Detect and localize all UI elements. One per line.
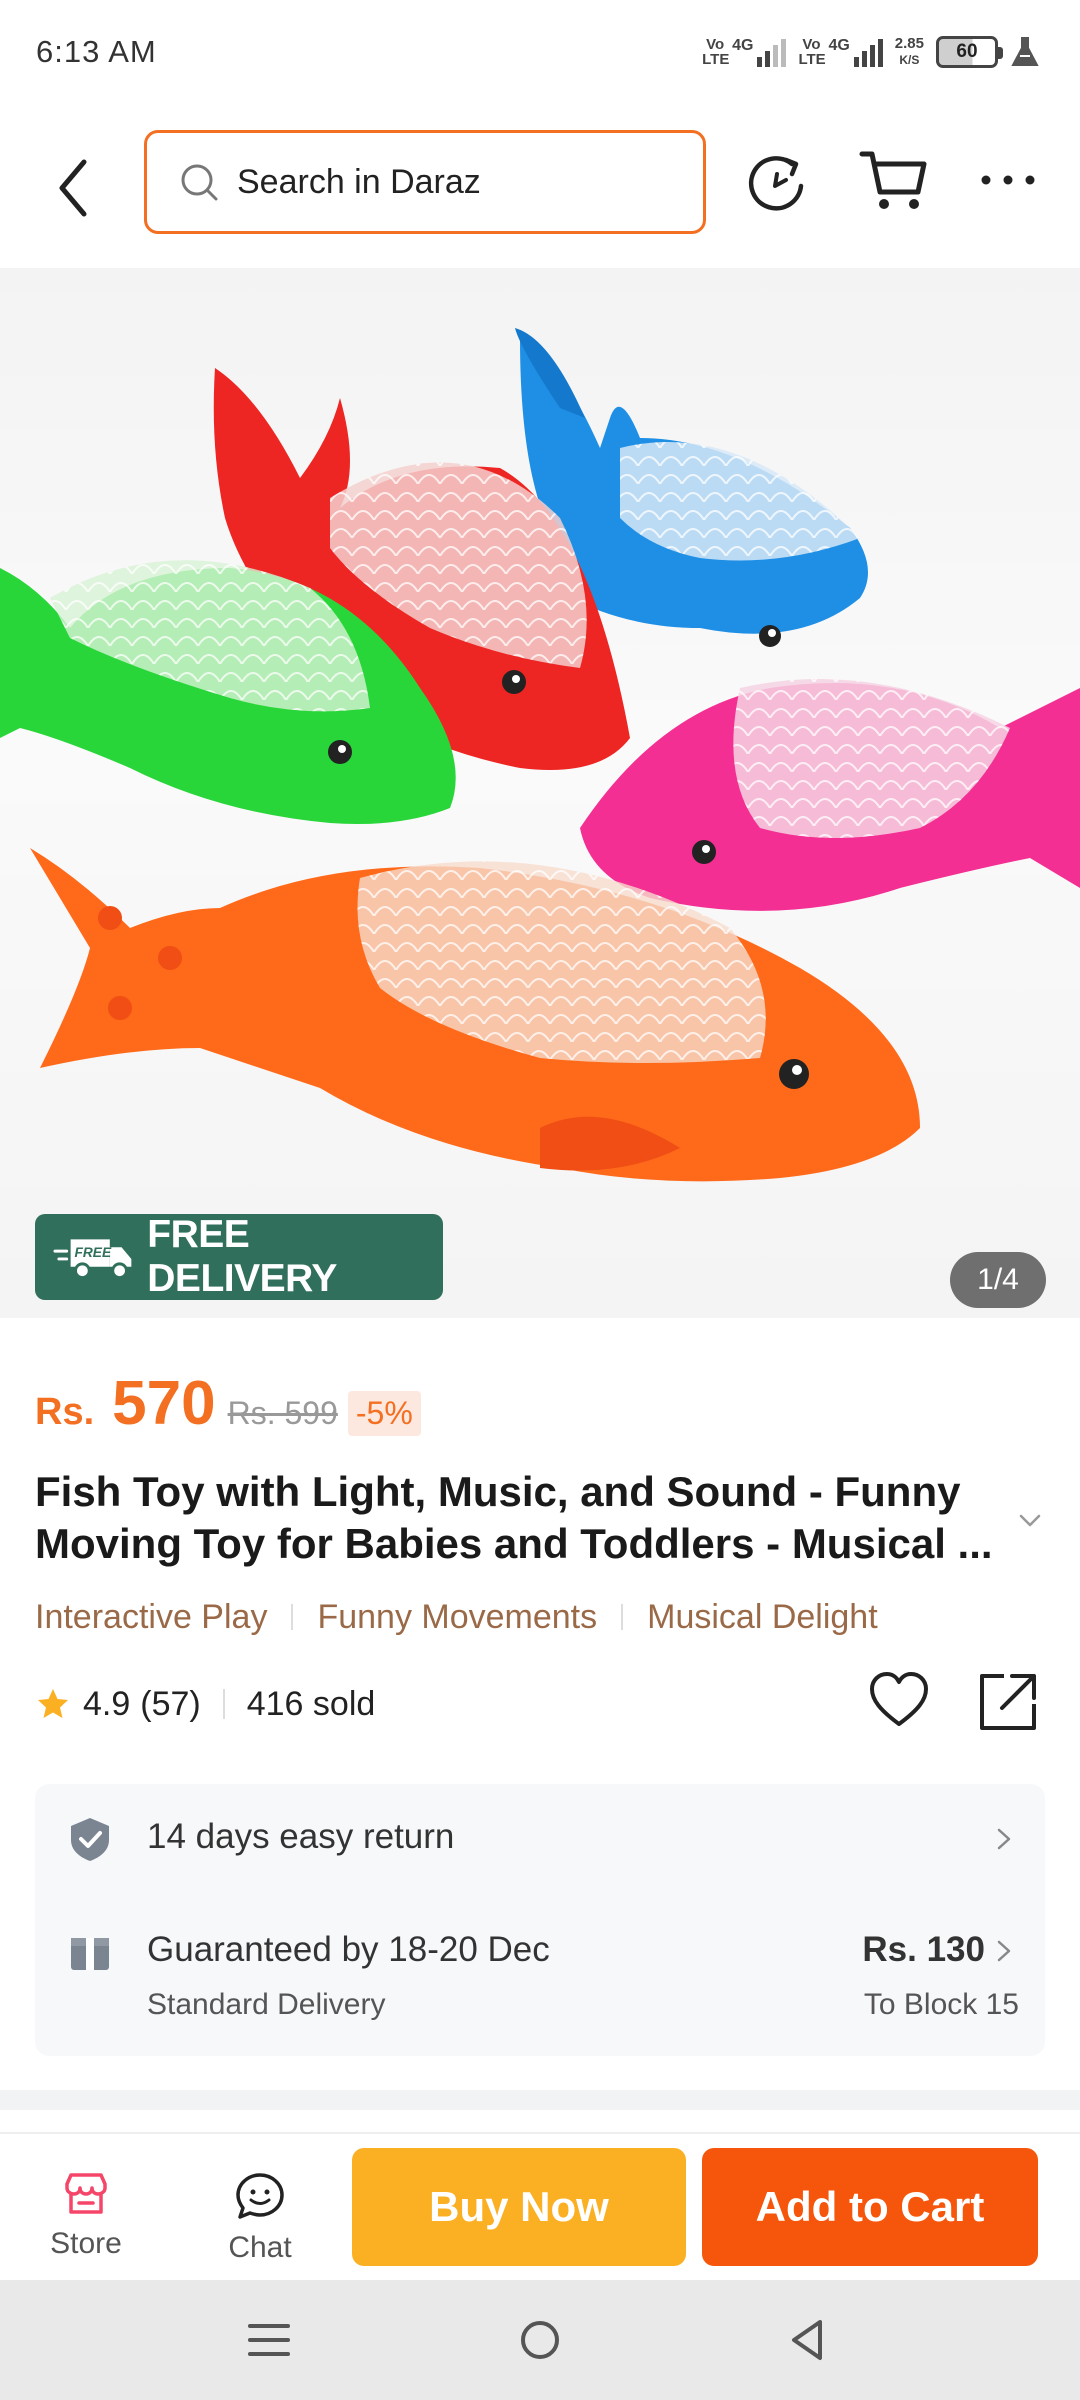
more-options-button[interactable] <box>978 168 1038 192</box>
network-gen-label: 4G <box>828 37 850 54</box>
tag-divider <box>291 1604 294 1630</box>
chat-icon <box>236 2173 284 2219</box>
rating-divider <box>222 1689 225 1719</box>
free-delivery-text: FREE DELIVERY <box>147 1213 337 1300</box>
home-circle-icon <box>521 2321 559 2359</box>
price-value: 570 <box>112 1369 216 1438</box>
home-button[interactable] <box>518 2316 562 2364</box>
menu-icon <box>248 2324 290 2356</box>
section-divider <box>0 2090 1080 2110</box>
volte-label: Vo LTE <box>798 36 826 68</box>
buy-now-button[interactable]: Buy Now <box>352 2148 686 2266</box>
tag-funny-movements: Funny Movements <box>317 1597 598 1636</box>
back-triangle-icon <box>792 2320 822 2360</box>
cart-icon <box>859 151 927 209</box>
battery-icon: 60 <box>936 36 1003 68</box>
shield-check-icon <box>71 1818 109 1861</box>
top-nav: Search in Daraz <box>0 108 1080 258</box>
tag-divider <box>621 1604 624 1630</box>
chevron-right-icon <box>997 1940 1011 1962</box>
search-input[interactable]: Search in Daraz <box>144 130 706 234</box>
store-icon <box>65 2173 107 2214</box>
signal-bars-icon <box>757 37 787 67</box>
back-arrow-icon <box>59 159 87 217</box>
flask-icon <box>1011 37 1039 66</box>
delivery-fee: Rs. 130 <box>862 1930 985 1969</box>
chat-button[interactable]: Chat <box>202 2172 318 2272</box>
pink-fish <box>580 679 1080 911</box>
chevron-down-icon <box>1019 1514 1041 1527</box>
rating-count: (57) <box>140 1684 201 1723</box>
delivery-truck-icon: FREE <box>53 1239 132 1280</box>
recent-apps-button[interactable] <box>246 2318 292 2362</box>
product-title[interactable]: Fish Toy with Light, Music, and Sound - … <box>35 1466 1015 1570</box>
net-speed-unit: K/S <box>899 53 920 67</box>
search-placeholder: Search in Daraz <box>237 162 481 201</box>
network-gen-label: 4G <box>732 37 754 54</box>
expand-title-button[interactable] <box>1016 1506 1044 1534</box>
status-time: 6:13 AM <box>36 34 157 69</box>
price-row: Rs. 570 Rs. 599 -5% <box>35 1368 421 1448</box>
status-bar: 6:13 AM Vo LTE 4G Vo LTE 4G 2.85 K/S 60 <box>0 0 1080 108</box>
product-title-line2: Moving Toy for Babies and Toddlers - Mus… <box>35 1520 993 1567</box>
star-icon <box>38 1689 68 1718</box>
bottom-action-bar: Store Chat Buy Now Add to Cart <box>0 2132 1080 2280</box>
product-title-line1: Fish Toy with Light, Music, and Sound - … <box>35 1468 961 1515</box>
image-counter: 1/4 <box>950 1252 1046 1308</box>
truck-free-text: FREE <box>75 1245 112 1260</box>
search-icon <box>181 164 218 201</box>
system-navigation-bar <box>0 2280 1080 2400</box>
store-label: Store <box>50 2227 122 2260</box>
product-image[interactable] <box>0 268 1080 1318</box>
fish-toys-illustration <box>0 328 1080 1182</box>
add-to-cart-button[interactable]: Add to Cart <box>702 2148 1038 2266</box>
return-policy-row[interactable]: 14 days easy return <box>35 1784 1045 1894</box>
sim1-signal: Vo LTE 4G <box>702 36 787 68</box>
delivery-guarantee-text: Guaranteed by 18-20 Dec <box>147 1930 550 1969</box>
delivery-type-text: Standard Delivery <box>147 1988 386 2021</box>
product-tags: Interactive Play Funny Movements Musical… <box>35 1592 878 1642</box>
wishlist-button[interactable] <box>868 1670 930 1730</box>
free-delivery-badge: FREE FREE DELIVERY <box>35 1213 443 1300</box>
signal-bars-icon <box>853 37 883 67</box>
chevron-right-icon <box>997 1828 1011 1850</box>
volte-label: Vo LTE <box>702 36 730 68</box>
refresh-icon <box>748 156 804 211</box>
discount-badge: -5% <box>347 1391 421 1436</box>
refresh-button[interactable] <box>746 152 808 214</box>
share-icon <box>980 1674 1036 1730</box>
original-price: Rs. 599 <box>227 1395 338 1431</box>
more-icon <box>981 175 1035 185</box>
chat-label: Chat <box>228 2231 292 2264</box>
cart-button[interactable] <box>858 148 930 214</box>
return-policy-text: 14 days easy return <box>147 1817 455 1856</box>
back-button[interactable] <box>42 148 104 228</box>
battery-level: 60 <box>956 41 978 62</box>
heart-icon <box>870 1672 928 1726</box>
tag-musical-delight: Musical Delight <box>647 1597 878 1636</box>
store-button[interactable]: Store <box>30 2172 142 2272</box>
net-speed-value: 2.85 <box>894 35 924 52</box>
status-icons: Vo LTE 4G Vo LTE 4G 2.85 K/S 60 <box>702 30 1040 74</box>
sim2-signal: Vo LTE 4G <box>798 36 883 68</box>
system-back-button[interactable] <box>786 2316 826 2364</box>
delivery-location: To Block 15 <box>863 1988 1019 2021</box>
net-speed: 2.85 K/S <box>895 36 924 68</box>
rating-value: 4.9 <box>83 1684 131 1723</box>
price-currency: Rs. <box>35 1391 95 1433</box>
sold-count: 416 sold <box>246 1684 376 1723</box>
tag-interactive-play: Interactive Play <box>35 1597 268 1636</box>
package-icon <box>71 1938 109 1970</box>
rating-row[interactable]: 4.9 (57) 416 sold <box>35 1676 375 1732</box>
share-button[interactable] <box>976 1670 1040 1732</box>
service-card: 14 days easy return Guaranteed by 18-20 … <box>35 1784 1045 2056</box>
delivery-row[interactable]: Guaranteed by 18-20 Dec Standard Deliver… <box>35 1894 1045 2056</box>
